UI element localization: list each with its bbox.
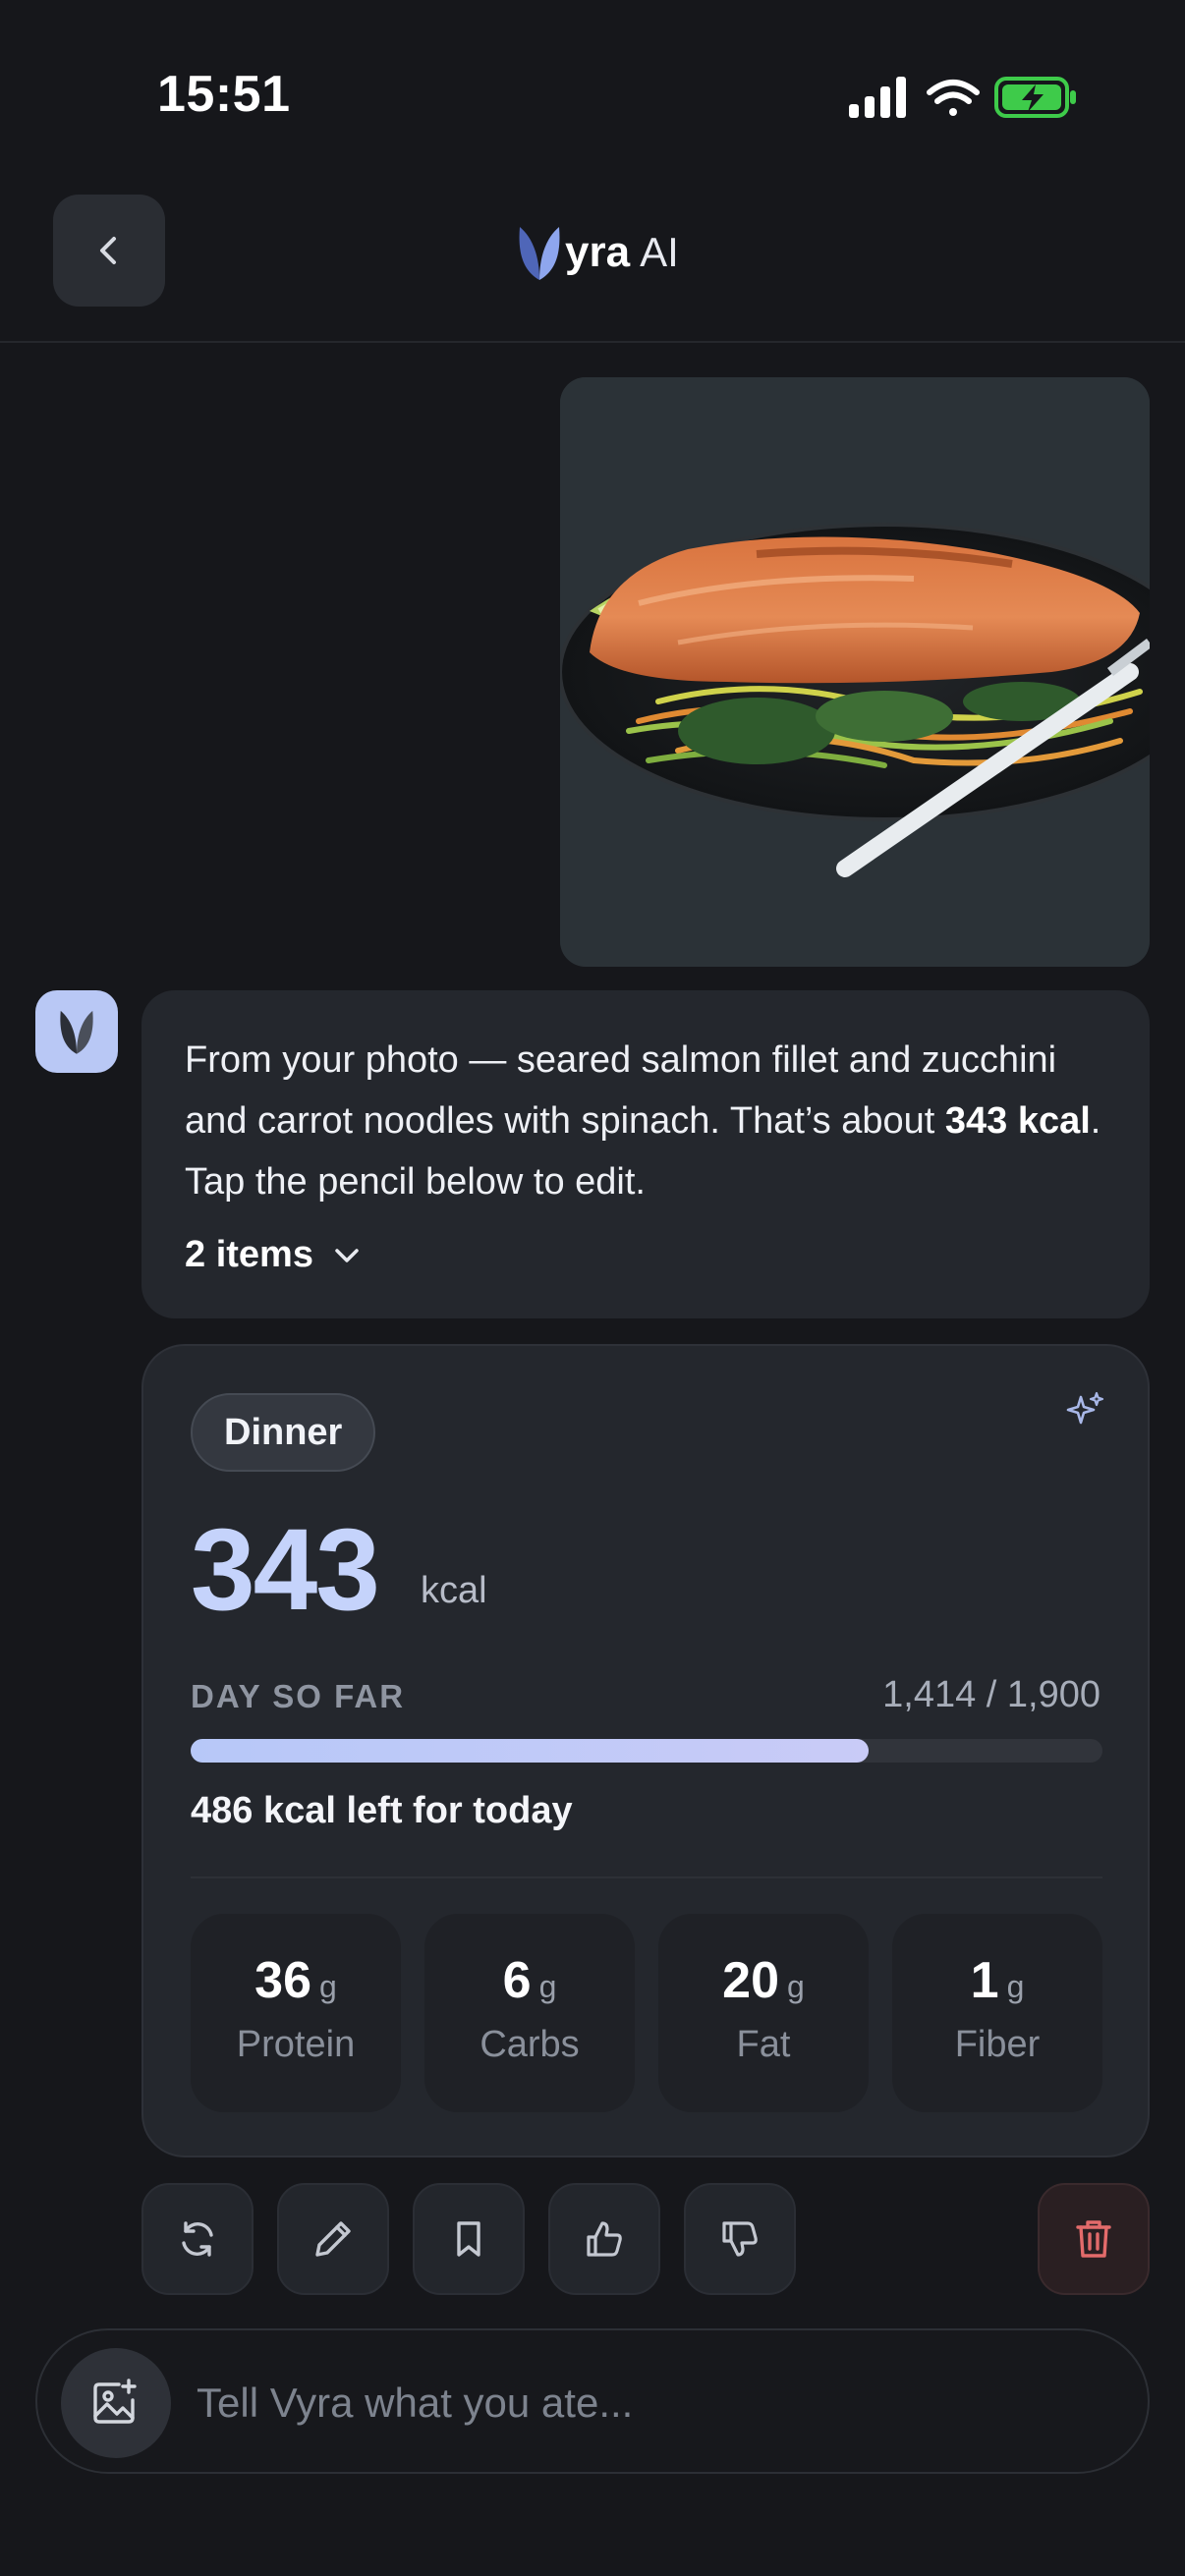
bookmark-icon [457,2221,480,2257]
attach-photo-button[interactable] [61,2348,171,2458]
trash-icon [1076,2220,1111,2258]
macro-name: Carbs [480,2024,580,2065]
kcal-unit: kcal [421,1570,487,1611]
thumbs-down-icon [722,2221,758,2257]
macro-fiber: 1g Fiber [892,1914,1102,2112]
kcal-value: 343 [191,1505,380,1635]
kcal-left-text: 486 kcal left for today [191,1790,573,1831]
chevron-left-icon [100,237,116,264]
macro-value: 20 g [658,1951,869,2010]
delete-button[interactable] [1038,2183,1150,2295]
meal-input[interactable] [197,2366,1120,2440]
macro-value: 6g [424,1951,635,2010]
meal-type-chip[interactable]: Dinner [191,1393,376,1472]
chevron-down-icon [335,1248,359,1262]
thumbs-up-icon [587,2221,622,2257]
status-icons [849,77,1076,118]
macro-number: 20 [722,1952,780,2009]
thumbs-up-button[interactable] [548,2183,660,2295]
wifi-icon [927,80,980,116]
macro-carbs: 6g Carbs [424,1914,635,2112]
battery-icon [994,77,1076,118]
macro-name: Fiber [954,2024,1041,2065]
macro-protein: 36 g Protein [191,1914,401,2112]
message-text-part: From your photo — seared salmon fillet a… [185,1039,1057,1142]
macro-number: 36 [254,1952,312,2009]
meal-card: Dinner 343 kcal DAY SO FAR 1,414 / 1,900… [141,1344,1150,2157]
macro-unit: g [319,1969,337,2004]
macro-value: 1g [892,1951,1102,2010]
macro-value: 36 g [191,1951,401,2010]
macro-number: 6 [502,1952,532,2009]
leaf-logo-icon [519,227,560,280]
macro-name: Protein [236,2024,356,2065]
message-composer [35,2328,1150,2474]
leaf-avatar-icon [60,1010,93,1054]
daily-progress-fill [191,1739,870,1763]
regenerate-button[interactable] [141,2183,254,2295]
edit-button[interactable] [277,2183,389,2295]
header-divider [0,341,1185,343]
sparkle-icon[interactable] [1063,1389,1106,1432]
signal-icon [849,77,906,118]
message-kcal: 343 kcal [944,1100,1091,1142]
regenerate-icon [182,2221,213,2257]
day-so-far-value: 1,414 / 1,900 [882,1674,1100,1715]
back-button[interactable] [53,195,165,307]
daily-progress-bar [191,1739,1102,1763]
brand-suffix: AI [640,229,679,275]
pencil-icon [315,2221,351,2257]
app-brand: yra AI [516,218,679,287]
salmon-plate-image [560,377,1150,967]
thumbs-down-button[interactable] [684,2183,796,2295]
bot-avatar [35,990,118,1073]
brand-name: yra [565,228,631,276]
macro-fat: 20 g Fat [658,1914,869,2112]
meal-photo[interactable] [560,377,1150,967]
card-divider [191,1876,1102,1878]
items-toggle[interactable]: 2 items [185,1234,1106,1276]
macro-number: 1 [970,1952,999,2009]
items-label: 2 items [185,1234,313,1275]
macro-name: Fat [736,2024,791,2065]
add-image-icon [93,2379,137,2424]
macro-unit: g [1006,1969,1025,2004]
assistant-message: From your photo — seared salmon fillet a… [141,990,1150,1318]
day-so-far-label: DAY SO FAR [191,1678,406,1714]
message-text: From your photo — seared salmon fillet a… [185,1030,1106,1212]
macro-unit: g [787,1969,805,2004]
macro-unit: g [538,1969,557,2004]
save-button[interactable] [413,2183,525,2295]
status-time: 15:51 [157,66,291,123]
